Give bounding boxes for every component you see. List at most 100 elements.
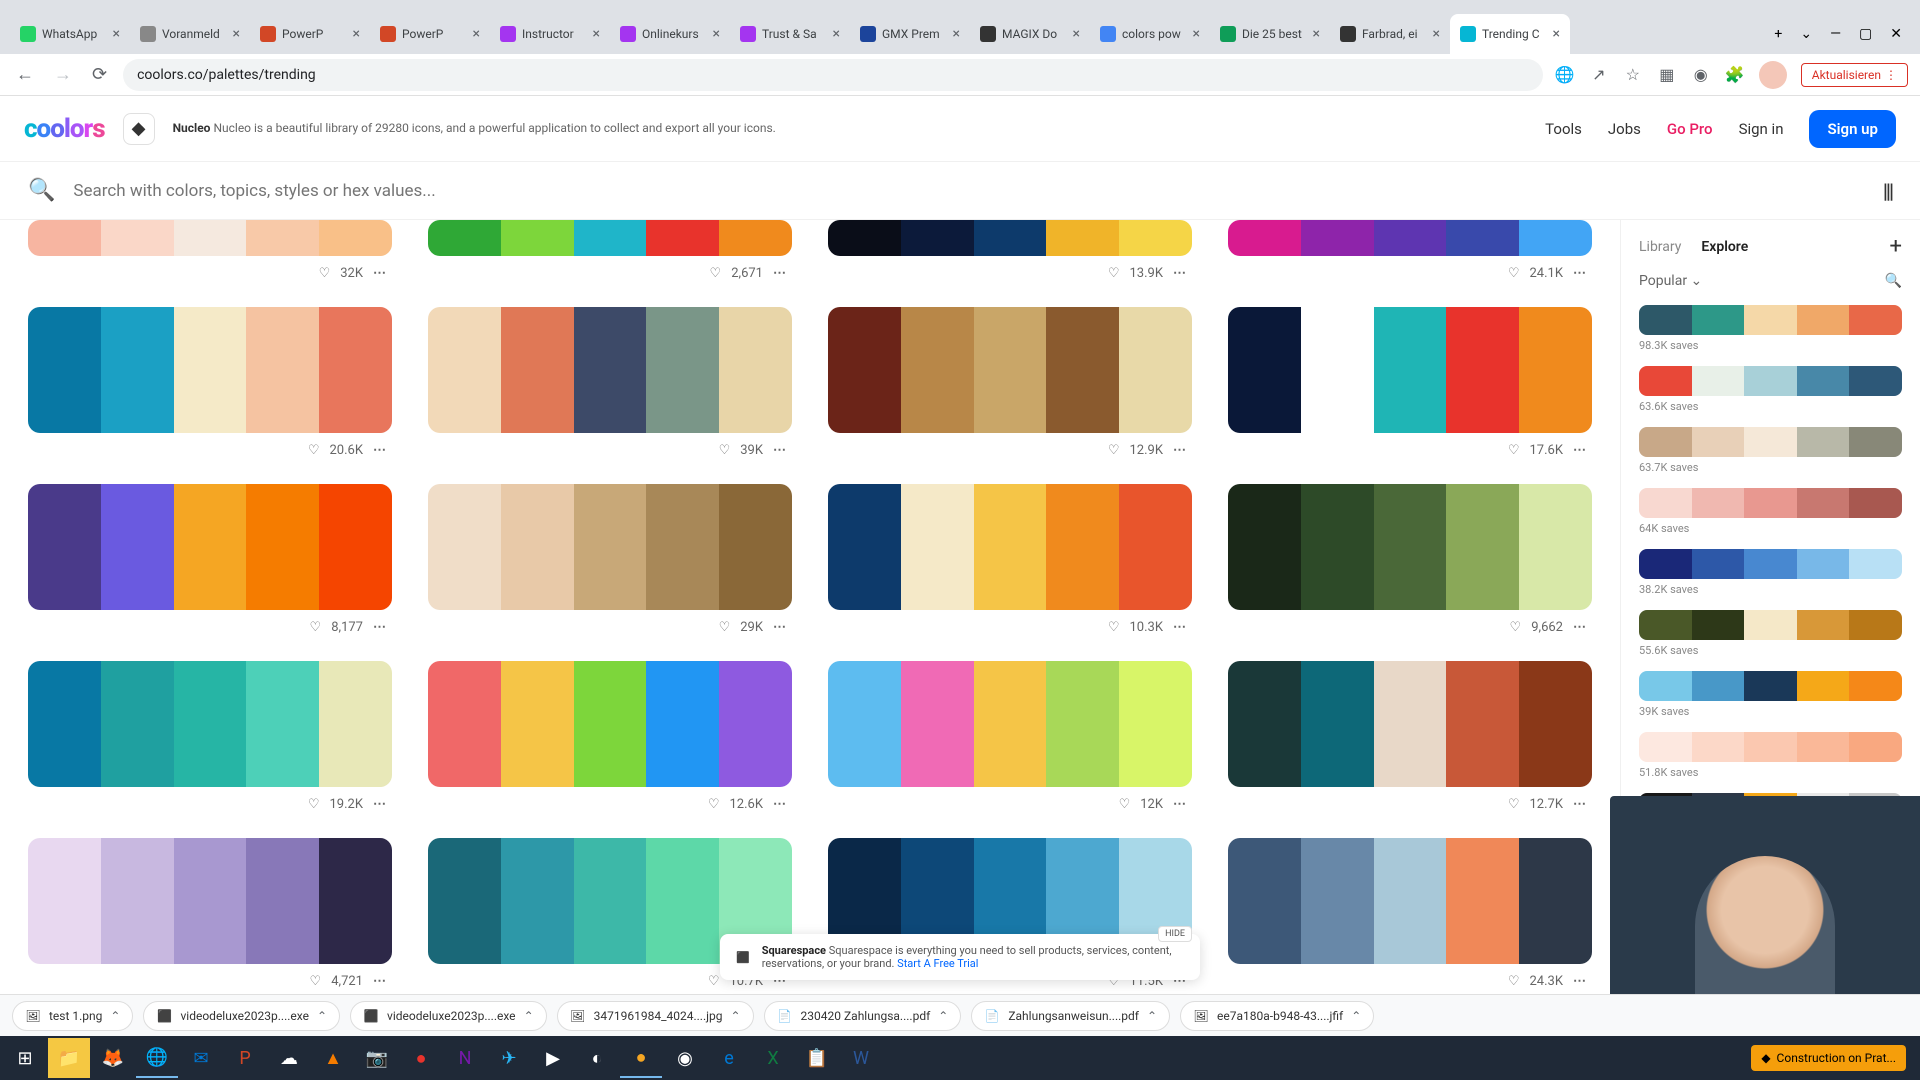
window-minimize[interactable]: — xyxy=(1830,26,1841,42)
heart-icon[interactable]: ♡ xyxy=(1108,620,1120,635)
more-icon[interactable]: ⋯ xyxy=(1573,443,1588,458)
color-swatch[interactable] xyxy=(174,220,247,256)
color-swatch[interactable] xyxy=(1849,549,1902,579)
color-swatch[interactable] xyxy=(1692,610,1745,640)
color-swatch[interactable] xyxy=(319,484,392,610)
sidebar-palette-item[interactable]: 98.3K saves xyxy=(1639,305,1902,352)
color-swatch[interactable] xyxy=(1446,307,1519,433)
more-icon[interactable]: ⋯ xyxy=(1573,266,1588,281)
color-swatch[interactable] xyxy=(246,307,319,433)
color-swatch[interactable] xyxy=(1639,488,1692,518)
color-swatch[interactable] xyxy=(1744,671,1797,701)
chevron-icon[interactable]: ⌃ xyxy=(1351,1009,1361,1023)
palette-swatches[interactable] xyxy=(1228,484,1592,610)
palette-swatches[interactable] xyxy=(28,838,392,964)
color-swatch[interactable] xyxy=(174,661,247,787)
more-icon[interactable]: ⋯ xyxy=(373,266,388,281)
color-swatch[interactable] xyxy=(174,484,247,610)
download-item[interactable]: 📄230420 Zahlungsa....pdf⌃ xyxy=(764,1001,962,1031)
profile-avatar[interactable] xyxy=(1759,61,1787,89)
color-swatch[interactable] xyxy=(646,307,719,433)
more-icon[interactable]: ⋯ xyxy=(373,443,388,458)
extension-icon[interactable]: ▦ xyxy=(1657,65,1677,85)
tb-app8[interactable]: 📋 xyxy=(796,1038,838,1078)
sidebar-swatches[interactable] xyxy=(1639,427,1902,457)
palette-swatches[interactable] xyxy=(28,220,392,256)
update-button[interactable]: Aktualisieren ⋮ xyxy=(1801,63,1908,87)
color-swatch[interactable] xyxy=(1639,549,1692,579)
heart-icon[interactable]: ♡ xyxy=(308,443,320,458)
color-swatch[interactable] xyxy=(1046,307,1119,433)
heart-icon[interactable]: ♡ xyxy=(708,797,720,812)
color-swatch[interactable] xyxy=(574,838,647,964)
color-swatch[interactable] xyxy=(1744,305,1797,335)
color-swatch[interactable] xyxy=(1374,307,1447,433)
nav-tools[interactable]: Tools xyxy=(1545,120,1582,138)
tb-outlook[interactable]: ✉ xyxy=(180,1038,222,1078)
color-swatch[interactable] xyxy=(101,661,174,787)
color-swatch[interactable] xyxy=(319,307,392,433)
color-swatch[interactable] xyxy=(501,661,574,787)
search-input[interactable] xyxy=(73,181,1864,201)
color-swatch[interactable] xyxy=(1301,661,1374,787)
coolors-logo[interactable]: coolors xyxy=(24,114,105,144)
color-swatch[interactable] xyxy=(646,484,719,610)
chevron-icon[interactable]: ⌃ xyxy=(938,1009,948,1023)
more-icon[interactable]: ⋯ xyxy=(773,620,788,635)
color-swatch[interactable] xyxy=(1797,732,1850,762)
browser-tab[interactable]: Die 25 best× xyxy=(1210,14,1330,54)
more-icon[interactable]: ⋯ xyxy=(773,797,788,812)
tb-app6[interactable]: ● xyxy=(620,1038,662,1078)
sidebar-palette-item[interactable]: 38.2K saves xyxy=(1639,549,1902,596)
tb-explorer[interactable]: 📁 xyxy=(48,1038,90,1078)
color-swatch[interactable] xyxy=(1639,427,1692,457)
color-swatch[interactable] xyxy=(719,661,792,787)
color-swatch[interactable] xyxy=(1797,549,1850,579)
palette-swatches[interactable] xyxy=(1228,838,1592,964)
color-swatch[interactable] xyxy=(246,838,319,964)
color-swatch[interactable] xyxy=(1849,732,1902,762)
more-icon[interactable]: ⋯ xyxy=(1173,797,1188,812)
browser-tab[interactable]: WhatsApp× xyxy=(10,14,130,54)
tab-close-icon[interactable]: × xyxy=(833,26,840,42)
color-swatch[interactable] xyxy=(1519,307,1592,433)
color-swatch[interactable] xyxy=(974,307,1047,433)
browser-tab[interactable]: Onlinekurs× xyxy=(610,14,730,54)
tab-close-icon[interactable]: × xyxy=(1193,26,1200,42)
color-swatch[interactable] xyxy=(1519,838,1592,964)
color-swatch[interactable] xyxy=(1849,305,1902,335)
color-swatch[interactable] xyxy=(428,661,501,787)
palette-swatches[interactable] xyxy=(828,220,1192,256)
color-swatch[interactable] xyxy=(1228,661,1301,787)
color-swatch[interactable] xyxy=(1119,307,1192,433)
sidebar-palette-item[interactable]: 64K saves xyxy=(1639,488,1902,535)
download-item[interactable]: 🖼test 1.png⌃ xyxy=(12,1001,133,1031)
browser-tab[interactable]: Farbrad, ei× xyxy=(1330,14,1450,54)
color-swatch[interactable] xyxy=(901,220,974,256)
color-swatch[interactable] xyxy=(1446,220,1519,256)
sidebar-swatches[interactable] xyxy=(1639,488,1902,518)
color-swatch[interactable] xyxy=(1692,366,1745,396)
notification-toast[interactable]: ◆ Construction on Prat... xyxy=(1751,1045,1906,1071)
color-swatch[interactable] xyxy=(1374,220,1447,256)
nav-reload[interactable]: ⟳ xyxy=(88,60,111,89)
chevron-icon[interactable]: ⌃ xyxy=(730,1009,740,1023)
color-swatch[interactable] xyxy=(828,484,901,610)
tb-telegram[interactable]: ✈ xyxy=(488,1038,530,1078)
color-swatch[interactable] xyxy=(646,661,719,787)
nav-back[interactable]: ← xyxy=(12,60,38,89)
browser-tab[interactable]: PowerP× xyxy=(370,14,490,54)
sidebar-swatches[interactable] xyxy=(1639,305,1902,335)
color-swatch[interactable] xyxy=(246,484,319,610)
color-swatch[interactable] xyxy=(719,307,792,433)
color-swatch[interactable] xyxy=(28,838,101,964)
sidebar-swatches[interactable] xyxy=(1639,366,1902,396)
color-swatch[interactable] xyxy=(101,838,174,964)
more-icon[interactable]: ⋯ xyxy=(373,620,388,635)
ad-link[interactable]: Start A Free Trial xyxy=(897,957,978,970)
sidebar-tab-library[interactable]: Library xyxy=(1639,239,1681,255)
color-swatch[interactable] xyxy=(1849,488,1902,518)
sidebar-search-icon[interactable]: 🔍 xyxy=(1885,273,1902,289)
browser-tab[interactable]: Instructor× xyxy=(490,14,610,54)
more-icon[interactable]: ⋯ xyxy=(773,443,788,458)
